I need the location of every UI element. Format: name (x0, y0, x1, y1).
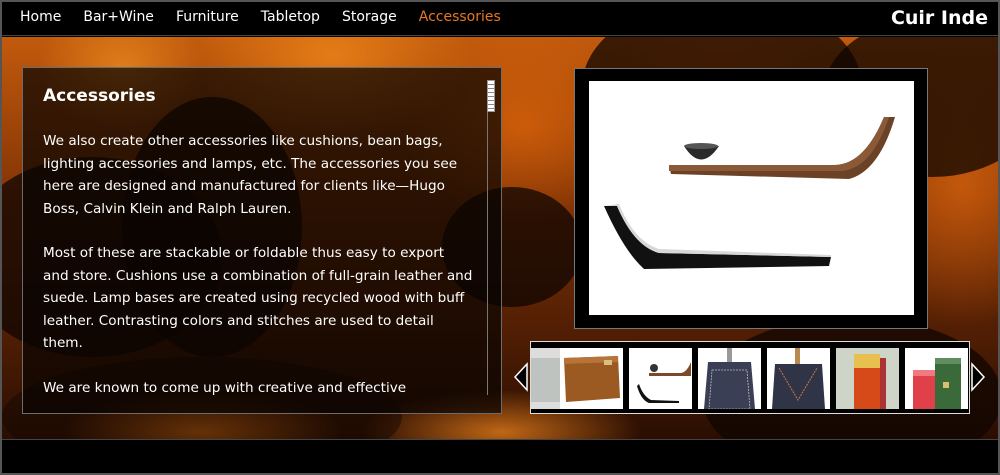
nav-item-furniture[interactable]: Furniture (176, 9, 239, 25)
paragraph-3: We are known to come up with creative an… (43, 379, 407, 396)
stitched-lamp-base-thumb[interactable] (767, 348, 830, 409)
leather-folder-thumb[interactable] (560, 348, 623, 409)
thumbnail-strip (530, 341, 970, 414)
paragraph-1: We also create other accessories like cu… (43, 133, 458, 217)
page-title: Accessories (43, 86, 156, 106)
orange-block-thumb[interactable] (836, 348, 899, 409)
top-navigation-bar: Home Bar+Wine Furniture Tabletop Storage… (2, 2, 998, 36)
nav-item-bar-wine[interactable]: Bar+Wine (83, 9, 154, 25)
main-product-image-frame (574, 68, 928, 329)
footer-bar (2, 439, 998, 473)
gallery-next-arrow[interactable] (970, 362, 986, 392)
navy-lamp-base-thumb[interactable] (698, 348, 761, 409)
bent-tray-product-image (589, 81, 914, 315)
nav-item-tabletop[interactable]: Tabletop (261, 9, 320, 25)
chevron-right-icon (971, 362, 986, 392)
content-body: We also create other accessories like cu… (43, 130, 473, 413)
chevron-left-icon (513, 362, 528, 392)
content-panel[interactable]: Accessories We also create other accesso… (22, 67, 502, 414)
red-green-blocks-thumb[interactable] (905, 348, 968, 409)
brand-logo[interactable]: Cuir Inde (891, 7, 988, 29)
bent-tray-thumb[interactable] (629, 348, 692, 409)
nav-item-home[interactable]: Home (20, 9, 61, 25)
paragraph-2: Most of these are stackable or foldable … (43, 245, 473, 351)
page-frame: Home Bar+Wine Furniture Tabletop Storage… (0, 0, 1000, 475)
nav-item-storage[interactable]: Storage (342, 9, 397, 25)
nav-item-accessories[interactable]: Accessories (419, 9, 501, 25)
main-nav: Home Bar+Wine Furniture Tabletop Storage… (20, 9, 523, 25)
scrollbar-thumb[interactable] (487, 80, 495, 112)
gallery-prev-arrow[interactable] (513, 362, 529, 392)
scrollbar-track[interactable] (487, 80, 493, 395)
